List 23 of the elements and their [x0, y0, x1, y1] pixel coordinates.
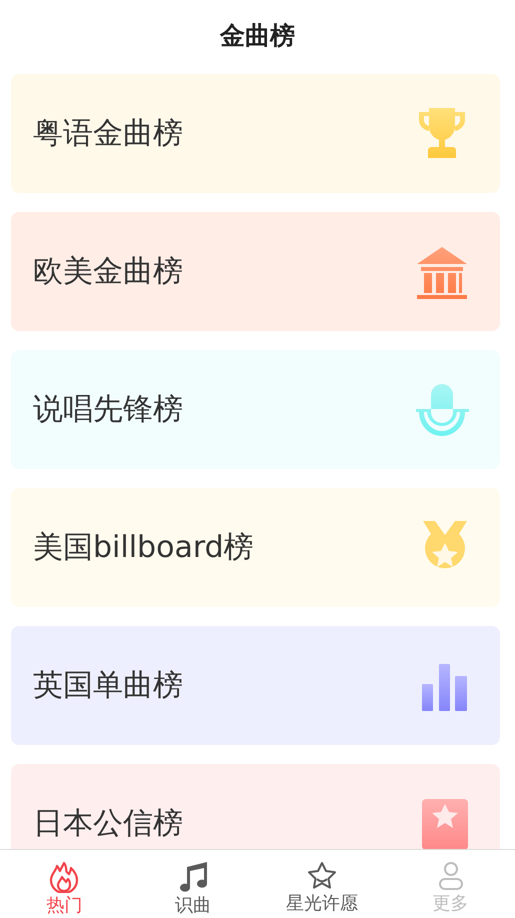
tab-button[interactable]: 热门 — [46, 850, 82, 918]
person-icon — [438, 861, 464, 891]
chart-title: 日本公信榜 — [33, 805, 183, 843]
tab-button[interactable]: 识曲 — [175, 850, 212, 918]
building-icon — [415, 244, 469, 298]
chart-title: 美国billboard榜 — [33, 529, 254, 567]
chart-title: 欧美金曲榜 — [33, 253, 183, 291]
microphone-icon — [415, 382, 469, 436]
chart-card[interactable]: 说唱先锋榜 — [11, 350, 500, 469]
page-title: 金曲榜 — [220, 20, 295, 52]
chart-card[interactable]: 日本公信榜 — [11, 764, 500, 849]
music-note-icon — [177, 861, 210, 893]
chart-card[interactable]: 欧美金曲榜 — [11, 212, 500, 331]
chart-title: 说唱先锋榜 — [33, 391, 183, 429]
tab-button[interactable]: 星光许愿 — [286, 850, 358, 918]
chart-card[interactable]: 英国单曲榜 — [11, 626, 500, 745]
star-icon — [306, 861, 337, 891]
star-card-icon — [421, 798, 469, 849]
chart-title: 英国单曲榜 — [33, 667, 183, 705]
chart-card[interactable]: 美国billboard榜 — [11, 488, 500, 607]
chart-title: 粤语金曲榜 — [33, 115, 183, 153]
flame-icon — [49, 861, 80, 893]
chart-card[interactable]: 粤语金曲榜 — [11, 74, 500, 193]
